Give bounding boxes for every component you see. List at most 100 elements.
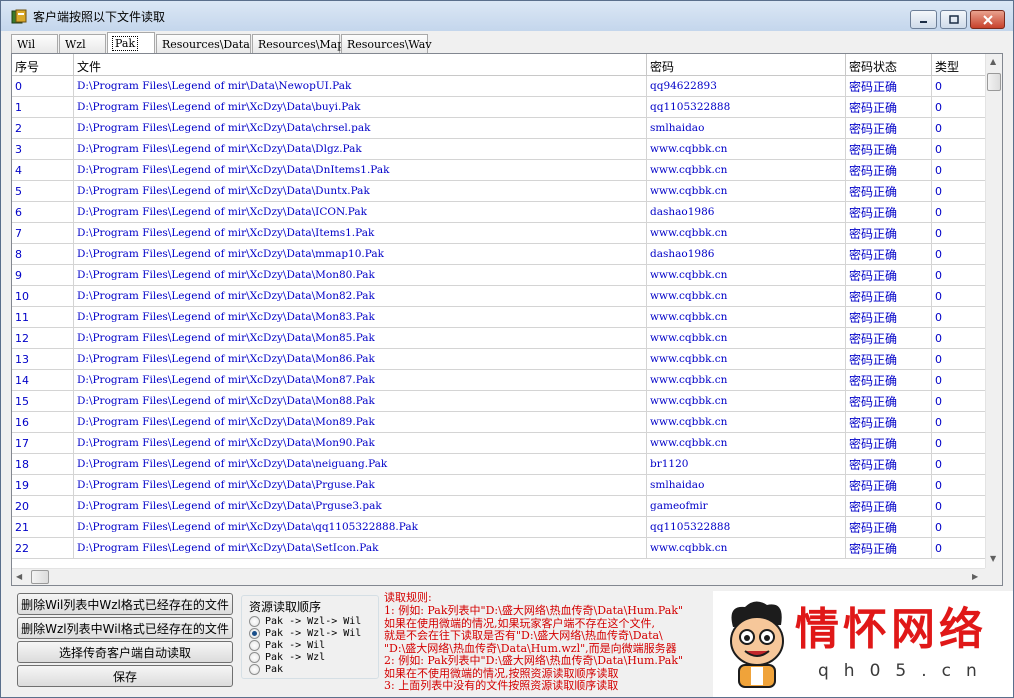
cell-password[interactable]: www.cqbbk.cn: [647, 181, 846, 202]
cell-index[interactable]: 4: [12, 160, 74, 181]
cell-password-status[interactable]: 密码正确: [846, 202, 932, 223]
cell-index[interactable]: 11: [12, 307, 74, 328]
cell-password-status[interactable]: 密码正确: [846, 475, 932, 496]
read-order-option[interactable]: Pak -> Wil: [249, 639, 325, 651]
table-row[interactable]: 6 D:\Program Files\Legend of mir\XcDzy\Da…: [12, 202, 985, 223]
cell-password-status[interactable]: 密码正确: [846, 97, 932, 118]
table-row[interactable]: 21 D:\Program Files\Legend of mir\XcDzy\D…: [12, 517, 985, 538]
cell-type[interactable]: 0: [932, 328, 985, 349]
cell-password-status[interactable]: 密码正确: [846, 328, 932, 349]
cell-index[interactable]: 21: [12, 517, 74, 538]
cell-index[interactable]: 14: [12, 370, 74, 391]
cell-password[interactable]: www.cqbbk.cn: [647, 265, 846, 286]
cell-index[interactable]: 10: [12, 286, 74, 307]
header-password[interactable]: 密码: [647, 54, 846, 76]
table-row[interactable]: 16 D:\Program Files\Legend of mir\XcDzy\D…: [12, 412, 985, 433]
tab-pak[interactable]: Pak: [107, 32, 155, 53]
cell-password[interactable]: www.cqbbk.cn: [647, 412, 846, 433]
cell-type[interactable]: 0: [932, 370, 985, 391]
cell-password-status[interactable]: 密码正确: [846, 307, 932, 328]
cell-file[interactable]: D:\Program Files\Legend of mir\XcDzy\Dat…: [74, 391, 647, 412]
cell-type[interactable]: 0: [932, 349, 985, 370]
cell-type[interactable]: 0: [932, 307, 985, 328]
cell-type[interactable]: 0: [932, 76, 985, 97]
table-row[interactable]: 8 D:\Program Files\Legend of mir\XcDzy\Da…: [12, 244, 985, 265]
table-row[interactable]: 22 D:\Program Files\Legend of mir\XcDzy\D…: [12, 538, 985, 559]
table-row[interactable]: 19 D:\Program Files\Legend of mir\XcDzy\D…: [12, 475, 985, 496]
cell-password[interactable]: smlhaidao: [647, 475, 846, 496]
cell-type[interactable]: 0: [932, 202, 985, 223]
cell-type[interactable]: 0: [932, 538, 985, 559]
radio-button-icon[interactable]: [249, 615, 260, 627]
table-row[interactable]: 14 D:\Program Files\Legend of mir\XcDzy\D…: [12, 370, 985, 391]
cell-file[interactable]: D:\Program Files\Legend of mir\XcDzy\Dat…: [74, 265, 647, 286]
cell-file[interactable]: D:\Program Files\Legend of mir\XcDzy\Dat…: [74, 496, 647, 517]
cell-password-status[interactable]: 密码正确: [846, 454, 932, 475]
table-row[interactable]: 17 D:\Program Files\Legend of mir\XcDzy\D…: [12, 433, 985, 454]
cell-file[interactable]: D:\Program Files\Legend of mir\XcDzy\Dat…: [74, 160, 647, 181]
cell-password-status[interactable]: 密码正确: [846, 391, 932, 412]
cell-type[interactable]: 0: [932, 391, 985, 412]
table-row[interactable]: 18 D:\Program Files\Legend of mir\XcDzy\D…: [12, 454, 985, 475]
header-file[interactable]: 文件: [74, 54, 647, 76]
tab-resources-wav[interactable]: Resources\Wav: [341, 34, 432, 53]
table-row[interactable]: 10 D:\Program Files\Legend of mir\XcDzy\D…: [12, 286, 985, 307]
cell-index[interactable]: 22: [12, 538, 74, 559]
cell-password[interactable]: dashao1986: [647, 244, 846, 265]
cell-index[interactable]: 7: [12, 223, 74, 244]
header-type[interactable]: 类型: [932, 54, 985, 76]
cell-file[interactable]: D:\Program Files\Legend of mir\XcDzy\Dat…: [74, 139, 647, 160]
tab-wzl[interactable]: Wzl: [59, 34, 106, 53]
table-row[interactable]: 5 D:\Program Files\Legend of mir\XcDzy\Da…: [12, 181, 985, 202]
cell-password-status[interactable]: 密码正确: [846, 181, 932, 202]
cell-type[interactable]: 0: [932, 223, 985, 244]
radio-button-icon[interactable]: [249, 663, 260, 675]
cell-index[interactable]: 16: [12, 412, 74, 433]
horizontal-scroll-thumb[interactable]: [31, 570, 49, 584]
maximize-button[interactable]: [940, 10, 967, 29]
cell-type[interactable]: 0: [932, 496, 985, 517]
cell-password-status[interactable]: 密码正确: [846, 265, 932, 286]
cell-index[interactable]: 1: [12, 97, 74, 118]
cell-password-status[interactable]: 密码正确: [846, 349, 932, 370]
cell-index[interactable]: 13: [12, 349, 74, 370]
cell-password[interactable]: qq1105322888: [647, 97, 846, 118]
cell-type[interactable]: 0: [932, 412, 985, 433]
title-bar[interactable]: 客户端按照以下文件读取: [1, 1, 1013, 31]
cell-index[interactable]: 6: [12, 202, 74, 223]
table-row[interactable]: 4 D:\Program Files\Legend of mir\XcDzy\Da…: [12, 160, 985, 181]
tab-wil[interactable]: Wil: [11, 34, 58, 53]
table-row[interactable]: 12 D:\Program Files\Legend of mir\XcDzy\D…: [12, 328, 985, 349]
cell-file[interactable]: D:\Program Files\Legend of mir\XcDzy\Dat…: [74, 307, 647, 328]
cell-password[interactable]: www.cqbbk.cn: [647, 160, 846, 181]
select-client-button[interactable]: 选择传奇客户端自动读取: [17, 641, 233, 663]
cell-password[interactable]: smlhaidao: [647, 118, 846, 139]
cell-file[interactable]: D:\Program Files\Legend of mir\XcDzy\Dat…: [74, 475, 647, 496]
cell-type[interactable]: 0: [932, 244, 985, 265]
read-order-option[interactable]: Pak: [249, 663, 283, 675]
table-row[interactable]: 11 D:\Program Files\Legend of mir\XcDzy\D…: [12, 307, 985, 328]
cell-type[interactable]: 0: [932, 118, 985, 139]
cell-password-status[interactable]: 密码正确: [846, 286, 932, 307]
cell-type[interactable]: 0: [932, 97, 985, 118]
table-row[interactable]: 15 D:\Program Files\Legend of mir\XcDzy\D…: [12, 391, 985, 412]
table-row[interactable]: 3 D:\Program Files\Legend of mir\XcDzy\Da…: [12, 139, 985, 160]
cell-password-status[interactable]: 密码正确: [846, 160, 932, 181]
cell-file[interactable]: D:\Program Files\Legend of mir\XcDzy\Dat…: [74, 328, 647, 349]
table-row[interactable]: 20 D:\Program Files\Legend of mir\XcDzy\D…: [12, 496, 985, 517]
cell-password[interactable]: www.cqbbk.cn: [647, 391, 846, 412]
cell-password[interactable]: www.cqbbk.cn: [647, 433, 846, 454]
cell-type[interactable]: 0: [932, 475, 985, 496]
cell-index[interactable]: 3: [12, 139, 74, 160]
cell-password-status[interactable]: 密码正确: [846, 496, 932, 517]
read-order-option[interactable]: Pak -> Wzl-> Wil: [249, 627, 361, 639]
radio-button-icon[interactable]: [249, 639, 260, 651]
cell-index[interactable]: 0: [12, 76, 74, 97]
cell-type[interactable]: 0: [932, 286, 985, 307]
read-order-option[interactable]: Pak -> Wzl: [249, 651, 325, 663]
cell-password[interactable]: dashao1986: [647, 202, 846, 223]
cell-password[interactable]: br1120: [647, 454, 846, 475]
vertical-scrollbar[interactable]: ▲ ▼: [985, 54, 1002, 568]
cell-index[interactable]: 9: [12, 265, 74, 286]
cell-password[interactable]: www.cqbbk.cn: [647, 370, 846, 391]
